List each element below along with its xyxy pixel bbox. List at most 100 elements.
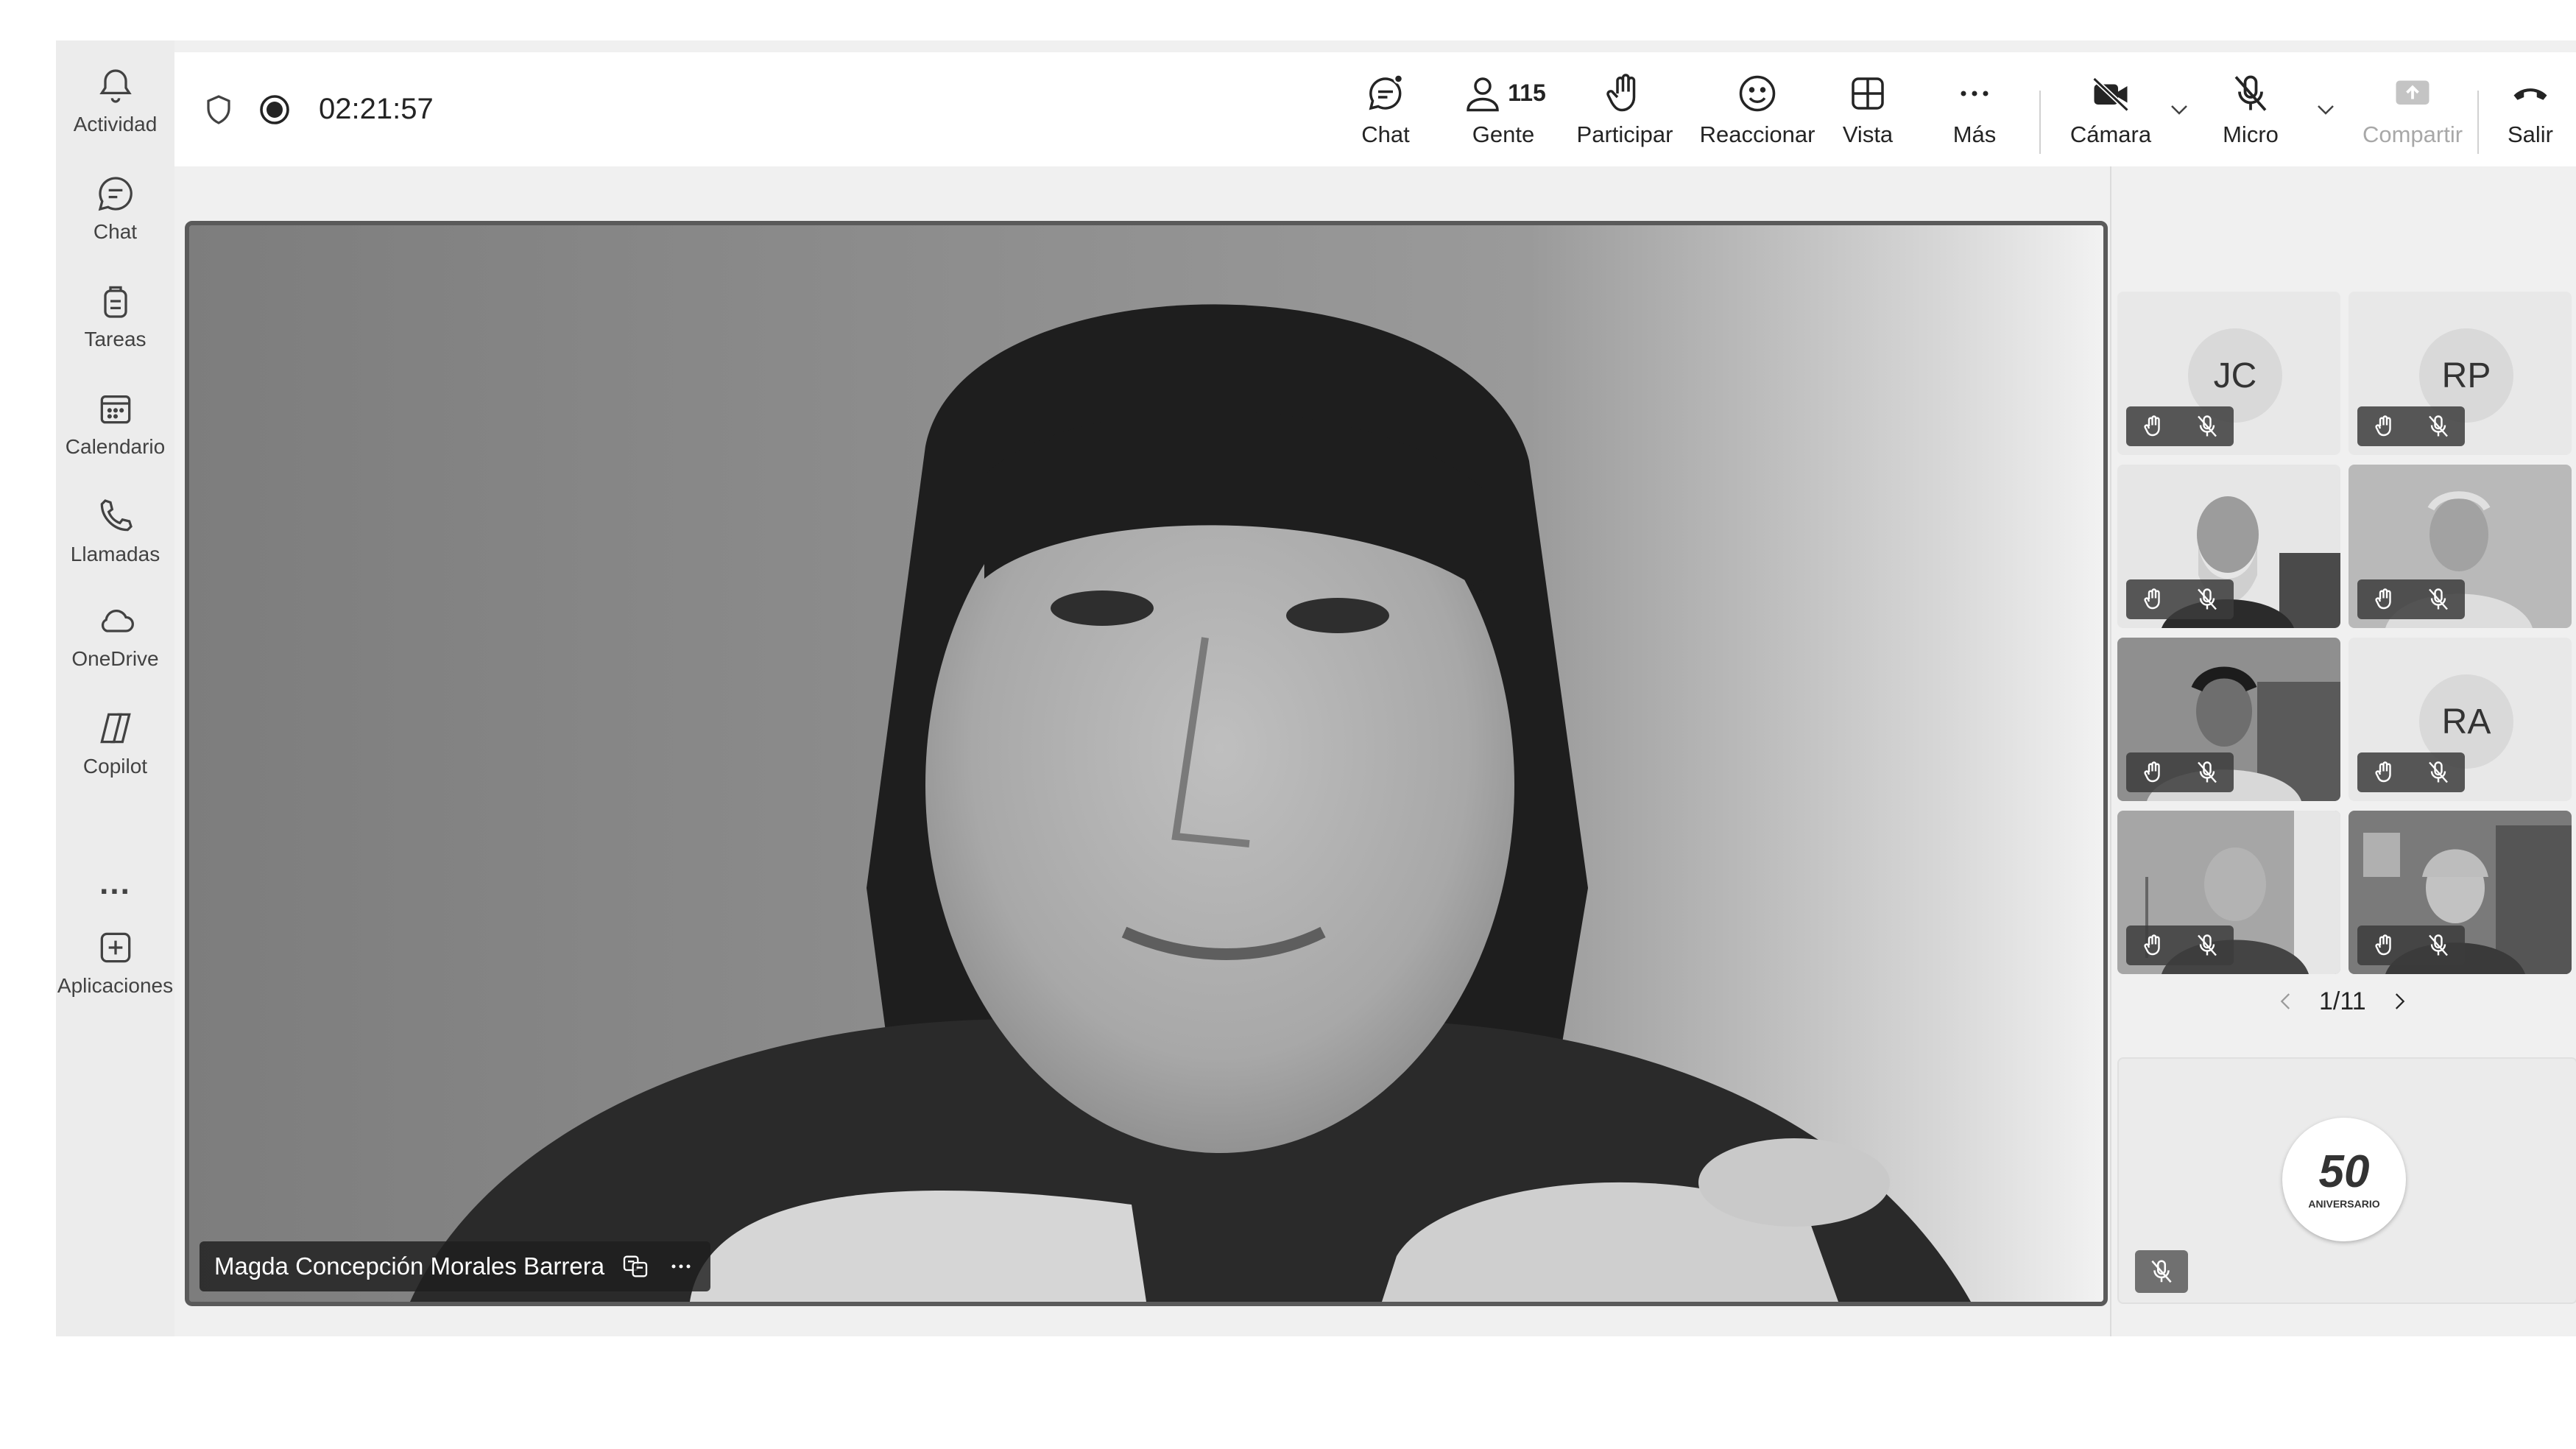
meeting-status: 02:21:57 (201, 52, 434, 166)
mic-off-icon (2197, 588, 2217, 610)
tasks-icon (103, 286, 127, 318)
toolbar-divider (2477, 91, 2479, 154)
phone-icon (100, 499, 133, 532)
raise-hand-label: Participar (1576, 121, 1673, 147)
anniversary-logo: 50 ANIVERSARIO (2282, 1118, 2406, 1241)
camera-off-icon (2092, 77, 2129, 112)
raised-hand-status-icon (2143, 588, 2160, 610)
participant-status-badge (2357, 406, 2465, 446)
rail-item-llamadas[interactable]: Llamadas (56, 485, 174, 574)
raised-hand-status-icon (2374, 761, 2391, 783)
participant-status-badge (2126, 406, 2234, 446)
react-button[interactable]: Reaccionar (1684, 52, 1831, 166)
mic-label: Micro (2223, 121, 2279, 147)
raise-hand-button[interactable]: Participar (1559, 52, 1691, 166)
raised-hand-status-icon (2143, 761, 2160, 783)
speaker-video-frame (189, 225, 2103, 1302)
participant-tile[interactable] (2349, 811, 2572, 974)
mic-off-icon (2151, 1260, 2172, 1283)
rail-item-actividad[interactable]: Actividad (56, 55, 174, 144)
mic-off-icon (2428, 761, 2448, 783)
meeting-toolbar: 02:21:57 Chat 115 Gente Participar Reacc… (174, 52, 2576, 166)
chevron-right-icon[interactable] (2387, 989, 2412, 1014)
participant-tile[interactable] (2117, 465, 2340, 628)
people-button[interactable]: 115 Gente (1448, 52, 1559, 166)
participant-tile[interactable]: JC (2117, 292, 2340, 455)
app-rail: Actividad Chat Tareas Calendario Llamada… (56, 40, 174, 1336)
share-button[interactable]: Compartir (2346, 52, 2479, 166)
mic-button[interactable]: Micro (2206, 52, 2295, 166)
rail-item-label: Copilot (82, 755, 148, 778)
rail-item-label: Chat (93, 220, 138, 243)
more-button[interactable]: Más (1930, 52, 2019, 166)
people-icon-row: 115 (1461, 71, 1546, 116)
participant-status-badge (2126, 579, 2234, 619)
more-icon (1961, 91, 1989, 96)
recording-icon (260, 94, 289, 124)
more-icon: ... (99, 865, 131, 901)
rail-item-tareas[interactable]: Tareas (56, 270, 174, 359)
more-label: Más (1952, 121, 1997, 147)
mic-off-icon (2428, 588, 2448, 610)
view-button[interactable]: Vista (1824, 52, 1912, 166)
chat-button[interactable]: Chat (1345, 52, 1426, 166)
react-label: Reaccionar (1699, 121, 1815, 147)
chat-button-label: Chat (1361, 121, 1410, 147)
participant-tile[interactable]: RP (2349, 292, 2572, 455)
participants-gallery: JC RP RA 1/11 50 ANIVERSARIO (2110, 166, 2576, 1336)
more-options-icon[interactable] (666, 1252, 696, 1281)
rail-item-label: Llamadas (70, 543, 160, 565)
logo-number: 50 (2318, 1146, 2370, 1197)
people-count: 115 (1508, 80, 1546, 106)
logo-text: ANIVERSARIO (2308, 1198, 2380, 1210)
mic-off-icon (2197, 934, 2217, 956)
participant-tile[interactable] (2117, 638, 2340, 801)
organization-tile[interactable]: 50 ANIVERSARIO (2117, 1057, 2576, 1304)
camera-options-chevron-icon[interactable] (2164, 95, 2194, 124)
smiley-icon (1739, 75, 1776, 111)
leave-button[interactable]: Salir (2494, 52, 2567, 166)
hang-up-icon (2513, 88, 2547, 100)
cloud-icon (101, 610, 134, 632)
camera-label: Cámara (2069, 121, 2152, 147)
camera-button[interactable]: Cámara (2059, 52, 2162, 166)
rail-item-label: Calendario (65, 435, 166, 458)
rail-item-label: Actividad (73, 113, 158, 135)
mic-options-chevron-icon[interactable] (2311, 95, 2340, 124)
copilot-icon (99, 713, 131, 744)
participant-status-badge (2357, 752, 2465, 792)
share-icon (2396, 80, 2429, 105)
main-speaker-video[interactable]: Magda Concepción Morales Barrera (185, 221, 2108, 1306)
participant-status-badge (2357, 579, 2465, 619)
rail-item-chat[interactable]: Chat (56, 163, 174, 251)
mic-off-icon (2234, 75, 2267, 111)
meeting-timer: 02:21:57 (319, 93, 434, 125)
participant-status-badge (2126, 926, 2234, 965)
participant-tile[interactable] (2117, 811, 2340, 974)
translation-icon[interactable] (621, 1252, 650, 1281)
raised-hand-status-icon (2143, 415, 2160, 437)
rail-item-copilot[interactable]: Copilot (56, 697, 174, 786)
organization-status-badge (2135, 1250, 2188, 1293)
chat-icon (1369, 73, 1404, 110)
participant-tile[interactable] (2349, 465, 2572, 628)
toolbar-divider (2039, 91, 2041, 154)
rail-item-aplicaciones[interactable]: Aplicaciones (56, 917, 174, 1005)
bell-icon (99, 69, 132, 103)
chat-icon (98, 177, 133, 211)
rail-item-calendario[interactable]: Calendario (56, 378, 174, 466)
participant-status-badge (2357, 926, 2465, 965)
gallery-pager: 1/11 (2273, 983, 2412, 1020)
hand-icon (1606, 73, 1636, 111)
calendar-icon (100, 395, 130, 424)
person-icon (1467, 77, 1499, 111)
shield-icon[interactable] (201, 92, 236, 127)
participant-tile[interactable]: RA (2349, 638, 2572, 801)
page-indicator: 1/11 (2319, 987, 2366, 1015)
teams-meeting-window: Actividad Chat Tareas Calendario Llamada… (56, 40, 2576, 1336)
raised-hand-status-icon (2374, 934, 2391, 956)
rail-item-onedrive[interactable]: OneDrive (56, 590, 174, 678)
mic-off-icon (2197, 761, 2217, 783)
chevron-left-icon[interactable] (2273, 989, 2298, 1014)
leave-label: Salir (2507, 121, 2553, 147)
